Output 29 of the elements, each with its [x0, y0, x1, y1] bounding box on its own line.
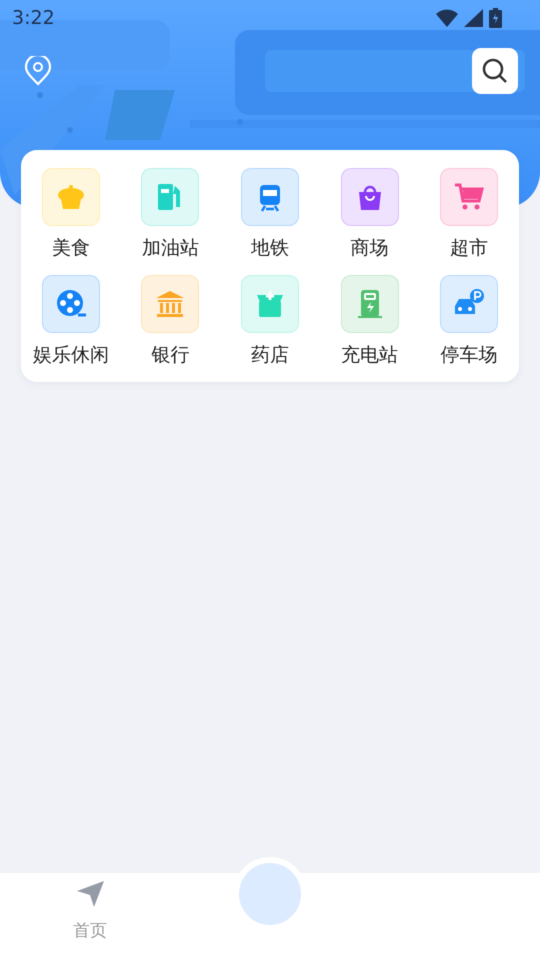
search-button[interactable]	[472, 48, 518, 94]
category-tile[interactable]	[440, 168, 498, 226]
category-label: 停车场	[440, 343, 498, 368]
category-label: 美食	[52, 236, 90, 261]
category-tile[interactable]	[340, 275, 399, 333]
category-tile[interactable]	[141, 168, 200, 226]
battery-icon	[489, 8, 502, 28]
category-label: 娱乐休闲	[32, 343, 109, 368]
location-pin-icon[interactable]	[24, 56, 52, 86]
category-tile[interactable]	[240, 168, 299, 226]
category-label: 药店	[250, 343, 289, 368]
search-icon	[481, 57, 509, 85]
category-label: 充电站	[341, 343, 398, 368]
category-label: 商场	[350, 236, 389, 261]
category-label: 地铁	[250, 236, 289, 261]
category-tile[interactable]	[141, 275, 200, 333]
navigation-arrow-icon[interactable]	[75, 879, 105, 909]
wifi-icon	[436, 9, 458, 27]
status-time: 3:22	[12, 7, 55, 29]
category-label: 加油站	[142, 236, 199, 261]
signal-icon	[464, 9, 483, 27]
category-label: 银行	[151, 343, 190, 368]
category-label: 超市	[450, 236, 488, 261]
category-tile[interactable]	[240, 275, 299, 333]
category-tile[interactable]	[42, 275, 100, 333]
category-tile[interactable]	[340, 168, 399, 226]
category-tile[interactable]	[42, 168, 100, 226]
category-tile[interactable]	[440, 275, 498, 333]
nav-label[interactable]: 首页	[73, 919, 107, 942]
